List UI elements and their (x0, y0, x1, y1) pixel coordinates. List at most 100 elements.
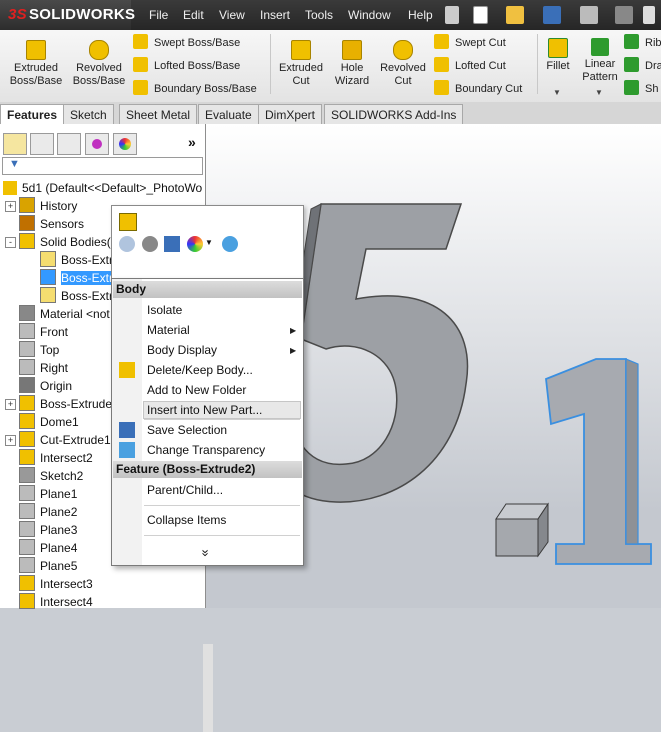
boundary-cut-button[interactable]: Boundary Cut (434, 79, 522, 99)
menu-item[interactable]: Material (147, 321, 190, 339)
tree-item[interactable]: + Cut-Extrude1 (5, 431, 111, 449)
tree-item[interactable]: + Boss-Extrude (5, 395, 112, 413)
tab-sketch[interactable]: Sketch (63, 104, 114, 125)
zoom-to-selection-icon[interactable] (142, 236, 158, 252)
fillet-dropdown-icon[interactable]: ▼ (553, 88, 561, 97)
rib-button[interactable]: Rib (624, 33, 661, 53)
tree-root[interactable]: 5d1 (Default<<Default>_PhotoWo (3, 179, 202, 197)
print-icon[interactable] (580, 6, 598, 24)
menu-item-parent-child[interactable]: Parent/Child... (147, 481, 223, 499)
tab-sheet-metal[interactable]: Sheet Metal (119, 104, 198, 125)
tree-item[interactable]: Material <not (5, 305, 110, 323)
history-icon (19, 197, 35, 213)
revolved-cut-button[interactable]: Revolved Cut (378, 40, 428, 88)
boundary-boss-label: Boundary Boss/Base (154, 83, 257, 95)
tree-item[interactable]: Plane3 (5, 521, 77, 539)
tab-features[interactable]: Features (0, 104, 65, 125)
linear-pattern-button[interactable]: Linear Pattern (580, 38, 620, 84)
draft-button[interactable]: Dra (624, 56, 661, 76)
more-items-icon[interactable]: » (197, 549, 215, 556)
tree-item-label: Intersect4 (40, 595, 93, 609)
tree-item[interactable]: Dome1 (5, 413, 79, 431)
command-tabs: Features Sketch Sheet Metal Evaluate Dim… (0, 102, 661, 125)
tree-item[interactable]: Intersect3 (5, 575, 93, 593)
tree-item[interactable]: Plane1 (5, 485, 77, 503)
menu-window[interactable]: Window (348, 0, 391, 30)
tree-item[interactable]: Origin (5, 377, 72, 395)
tree-item[interactable]: Plane4 (5, 539, 77, 557)
tree-item-label: Intersect3 (40, 577, 93, 591)
hole-wizard-label: Hole Wizard (334, 62, 370, 87)
menu-item[interactable]: Add to New Folder (147, 381, 246, 399)
menu-help[interactable]: Help (408, 0, 433, 30)
normal-to-icon[interactable] (164, 236, 180, 252)
menu-item[interactable]: Insert into New Part... (147, 401, 262, 419)
menu-tools[interactable]: Tools (305, 0, 333, 30)
lofted-boss-button[interactable]: Lofted Boss/Base (133, 56, 240, 76)
collapse-icon[interactable]: - (5, 237, 16, 248)
hole-wizard-button[interactable]: Hole Wizard (330, 40, 374, 88)
extruded-boss-button[interactable]: Extruded Boss/Base (8, 40, 64, 88)
property-manager-tab-icon[interactable] (30, 133, 54, 155)
tree-item[interactable]: Boss-Extr (40, 269, 114, 287)
tree-item[interactable]: Front (5, 323, 68, 341)
menu-item[interactable]: Isolate (147, 301, 182, 319)
save-icon[interactable] (543, 6, 561, 24)
tab-addins[interactable]: SOLIDWORKS Add-Ins (324, 104, 464, 125)
tree-item[interactable]: + History (5, 197, 77, 215)
expand-panel-icon[interactable]: » (188, 134, 196, 150)
feature-manager-tab-icon[interactable] (3, 133, 27, 155)
appearance-icon[interactable] (187, 236, 203, 252)
display-manager-tab-icon[interactable] (113, 133, 137, 155)
menu-view[interactable]: View (219, 0, 245, 30)
view-orientation-icon[interactable] (119, 236, 135, 252)
tree-item[interactable]: Plane2 (5, 503, 77, 521)
lofted-cut-button[interactable]: Lofted Cut (434, 56, 506, 76)
open-folder-icon[interactable] (506, 6, 524, 24)
tree-item[interactable]: Intersect2 (5, 449, 93, 467)
new-document-icon[interactable] (473, 6, 488, 24)
menu-item[interactable]: Change Transparency (147, 441, 265, 459)
expand-icon[interactable]: + (5, 435, 16, 446)
expand-icon[interactable]: + (5, 201, 16, 212)
tree-item[interactable]: Boss-Extr (40, 287, 113, 305)
tree-item[interactable]: Top (5, 341, 59, 359)
swept-boss-label: Swept Boss/Base (154, 37, 241, 49)
transparency-icon[interactable] (222, 236, 238, 252)
tree-filter-field[interactable]: ▼ (2, 157, 203, 175)
shell-button[interactable]: Sh (624, 79, 658, 99)
expand-icon[interactable]: + (5, 399, 16, 410)
swept-cut-button[interactable]: Swept Cut (434, 33, 506, 53)
tree-item[interactable]: Right (5, 359, 68, 377)
menu-item[interactable]: Body Display (147, 341, 217, 359)
revolved-boss-button[interactable]: Revolved Boss/Base (70, 40, 128, 88)
pin-icon[interactable] (445, 6, 459, 24)
menu-item[interactable]: Delete/Keep Body... (147, 361, 253, 379)
select-arrow-icon[interactable] (643, 6, 655, 24)
configuration-manager-tab-icon[interactable] (57, 133, 81, 155)
boundary-boss-button[interactable]: Boundary Boss/Base (133, 79, 257, 99)
tree-item[interactable]: - Solid Bodies( (5, 233, 111, 251)
tab-dimxpert[interactable]: DimXpert (258, 104, 323, 125)
appearance-dropdown-icon[interactable]: ▼ (205, 238, 213, 247)
tab-evaluate[interactable]: Evaluate (198, 104, 259, 125)
menu-edit[interactable]: Edit (183, 0, 204, 30)
tree-item[interactable]: Intersect4 (5, 593, 93, 611)
tree-item[interactable]: Plane5 (5, 557, 77, 575)
menu-item-collapse-items[interactable]: Collapse Items (147, 511, 226, 529)
dimxpert-manager-tab-icon[interactable] (85, 133, 109, 155)
menu-item[interactable]: Save Selection (147, 421, 227, 439)
swept-boss-button[interactable]: Swept Boss/Base (133, 33, 240, 53)
extruded-cut-button[interactable]: Extruded Cut (275, 40, 327, 88)
menu-file[interactable]: File (149, 0, 168, 30)
tree-item[interactable]: Sketch2 (5, 467, 83, 485)
select-body-icon[interactable] (119, 213, 137, 231)
solidworks-logo[interactable]: 3S SOLIDWORKS (0, 0, 135, 30)
context-menu: Body Isolate Material ▶ Body Display ▶ Delete… (111, 278, 304, 566)
undo-icon[interactable] (615, 6, 633, 24)
pattern-dropdown-icon[interactable]: ▼ (595, 88, 603, 97)
tree-item[interactable]: Sensors (5, 215, 84, 233)
menu-insert[interactable]: Insert (260, 0, 290, 30)
panel-scrollbar[interactable] (203, 644, 213, 732)
fillet-button[interactable]: Fillet (542, 38, 574, 73)
